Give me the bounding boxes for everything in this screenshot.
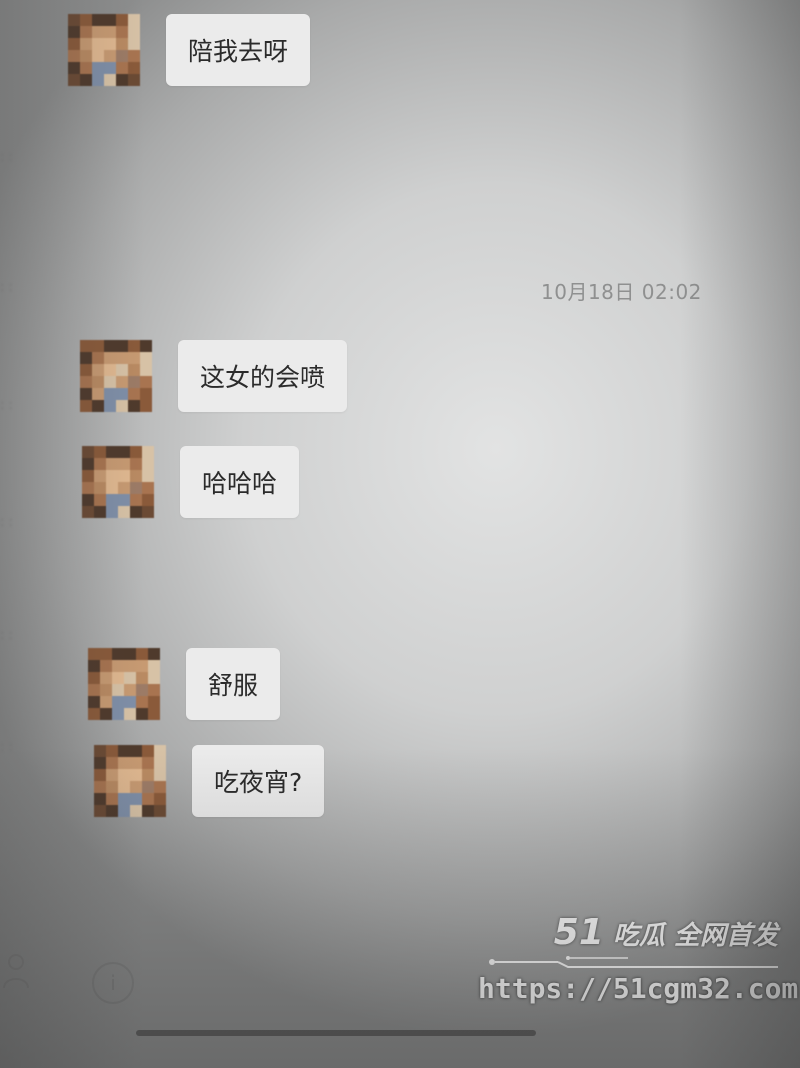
chat-timestamp: 10月18日 02:02 xyxy=(541,280,702,304)
ghost-time: : : xyxy=(0,628,13,643)
watermark-number: 51 xyxy=(553,912,604,953)
person-icon[interactable] xyxy=(2,952,30,992)
watermark-brand-text: 吃瓜 全网首发 xyxy=(612,921,778,951)
message-row: 这女的会喷 xyxy=(80,340,348,412)
ghost-time: : : xyxy=(0,150,13,165)
avatar[interactable] xyxy=(88,648,160,720)
ghost-time: : : xyxy=(0,740,13,755)
circle-icon[interactable]: i xyxy=(92,962,134,1004)
message-row: 陪我去呀 xyxy=(68,14,311,86)
message-row: 哈哈哈 xyxy=(82,446,300,518)
message-bubble[interactable]: 这女的会喷 xyxy=(178,340,348,412)
avatar[interactable] xyxy=(68,14,140,86)
home-indicator[interactable] xyxy=(136,1030,536,1036)
avatar[interactable] xyxy=(80,340,152,412)
message-row: 舒服 xyxy=(88,648,281,720)
watermark-brand: 51 吃瓜 全网首发 xyxy=(478,915,778,954)
avatar[interactable] xyxy=(94,745,166,817)
watermark: 51 吃瓜 全网首发 https://51cgm32.com xyxy=(478,915,799,1005)
avatar[interactable] xyxy=(82,446,154,518)
message-bubble[interactable]: 陪我去呀 xyxy=(166,14,311,86)
vignette-overlay xyxy=(0,0,800,1068)
ghost-time: : : xyxy=(0,280,13,295)
message-bubble[interactable]: 舒服 xyxy=(186,648,281,720)
circuit-line-icon xyxy=(489,956,778,968)
ghost-time: : : xyxy=(0,515,13,530)
watermark-url: https://51cgm32.com xyxy=(478,972,799,1005)
message-bubble[interactable]: 哈哈哈 xyxy=(180,446,300,518)
ghost-time: : : xyxy=(0,398,13,413)
chat-screen: : : : : : : : : : : : : 陪我去呀 10月18日 02:0… xyxy=(0,0,800,1068)
message-row: 吃夜宵? xyxy=(94,745,325,817)
message-bubble[interactable]: 吃夜宵? xyxy=(192,745,325,817)
